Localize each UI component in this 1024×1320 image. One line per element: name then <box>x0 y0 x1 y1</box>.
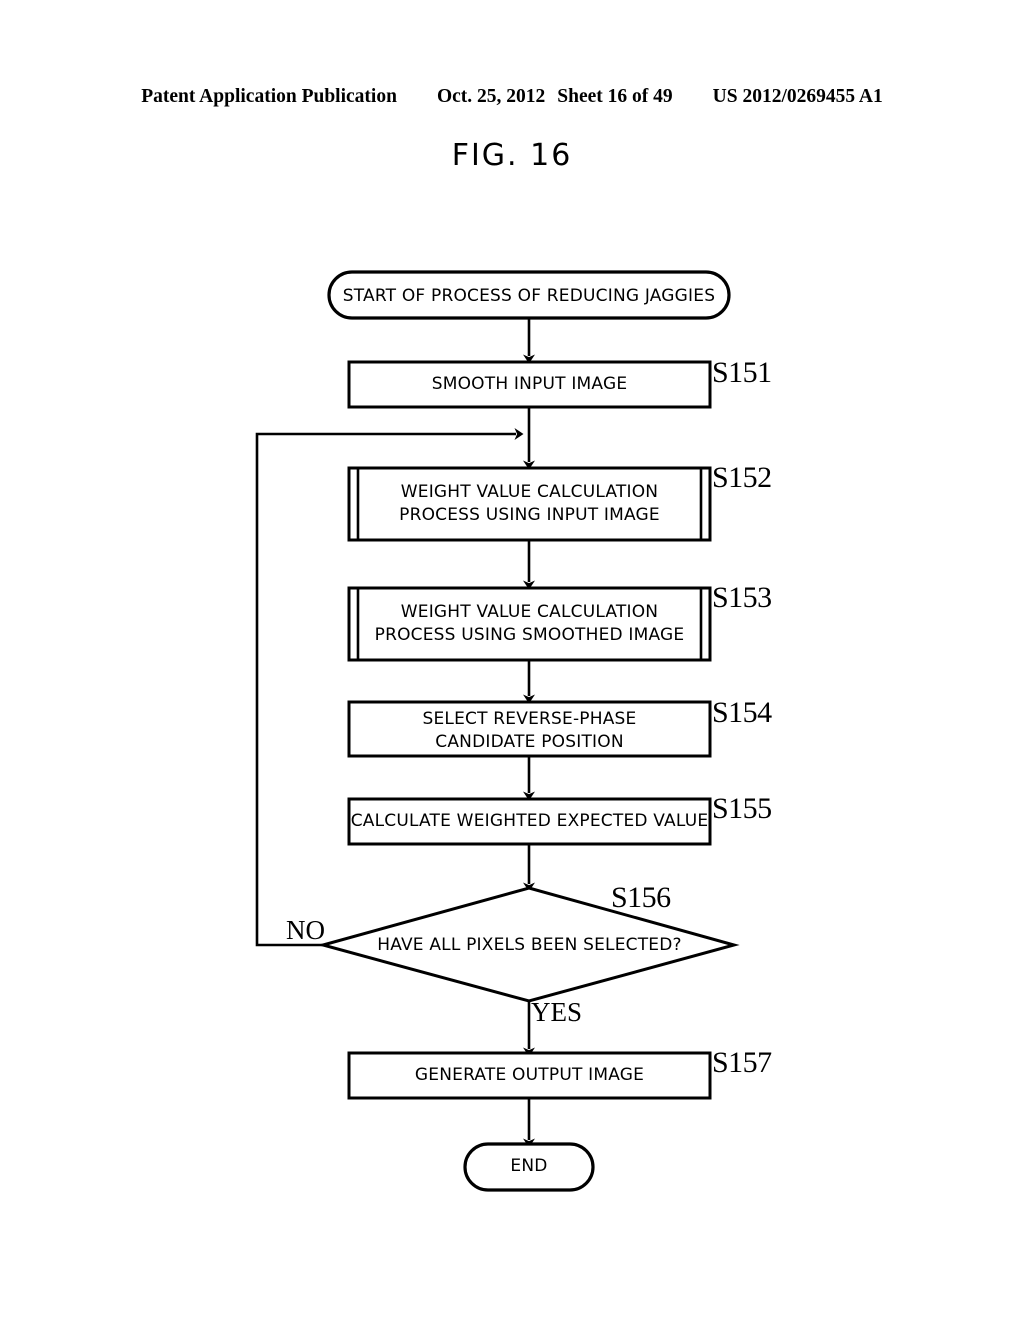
node-s152-shape <box>347 466 712 542</box>
branch-label-no: NO <box>286 915 325 945</box>
node-s156-shape <box>317 886 740 1003</box>
node-s153-shape <box>347 586 712 662</box>
node-s155-shape <box>347 797 712 846</box>
step-id-s152: S152 <box>712 461 772 494</box>
node-s151-shape <box>347 360 712 409</box>
step-id-s156: S156 <box>611 881 671 914</box>
branch-label-yes: YES <box>531 997 583 1027</box>
node-s157-shape <box>347 1051 712 1100</box>
node-start-shape <box>327 270 731 320</box>
flowchart-svg <box>255 270 740 1192</box>
step-id-s154: S154 <box>712 696 772 729</box>
step-id-s155: S155 <box>712 792 772 825</box>
step-id-s153: S153 <box>712 581 772 614</box>
node-end-shape <box>463 1142 595 1192</box>
node-s154-shape <box>347 700 712 758</box>
step-id-s157: S157 <box>712 1046 772 1079</box>
step-id-s151: S151 <box>712 356 772 389</box>
flowchart-diagram: START OF PROCESS OF REDUCING JAGGIES SMO… <box>0 0 1024 1320</box>
